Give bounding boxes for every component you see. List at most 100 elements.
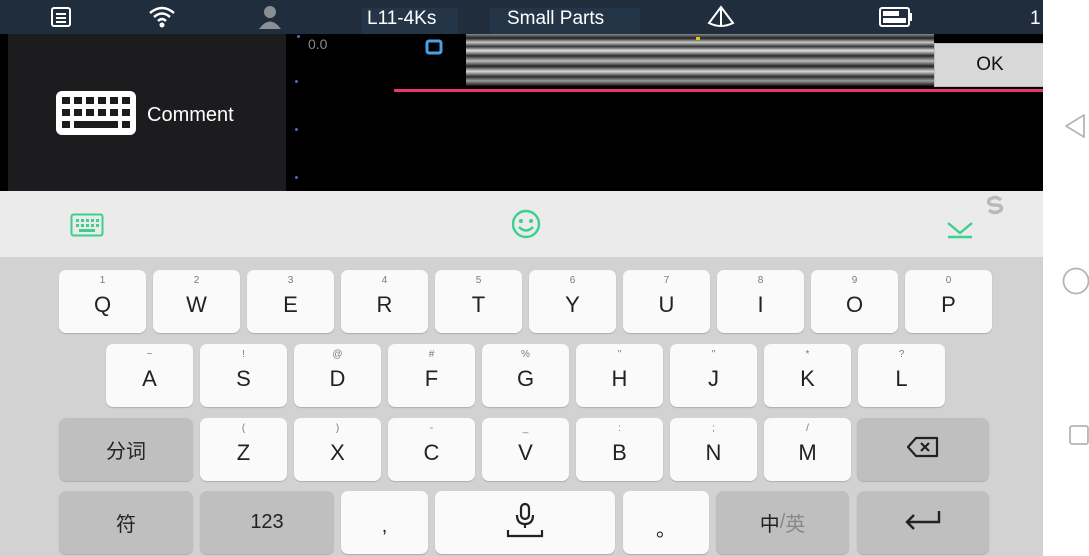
enter-icon [903,509,943,537]
key-hint: # [428,349,435,360]
key-v[interactable]: _ V [482,418,569,481]
key-label: E [283,292,298,317]
key-l[interactable]: ? L [858,344,945,407]
key-h[interactable]: " H [576,344,663,407]
key-e[interactable]: 3E [247,270,334,333]
back-icon[interactable] [1064,113,1086,144]
key-o[interactable]: 9O [811,270,898,333]
app-window: L11-4Ks Small Parts 1 Comment 0.0 OK 1 Q… [0,0,1043,556]
space-key-content [435,491,615,554]
key-label: J [708,366,719,391]
ime-toolbar [0,191,1043,257]
numbers-key[interactable]: 123 [200,491,334,554]
key-t[interactable]: 5T [435,270,522,333]
key-label: O [845,292,864,317]
key-b[interactable]: :B [576,418,663,481]
status-bar: L11-4Ks Small Parts 1 [0,0,1043,34]
navigation-bar [1043,0,1089,556]
key-n[interactable]: ; N [670,418,757,481]
key-label: T [471,292,486,317]
key-r[interactable]: 4R [341,270,428,333]
symbol-key[interactable]: 符 [59,491,193,554]
key-label: R [376,292,393,317]
home-icon[interactable] [1061,266,1089,301]
key-hint: * [805,349,810,360]
key-hint: 4 [381,275,388,286]
status-number: 1 [1030,8,1041,29]
key-z[interactable]: (Z [200,418,287,481]
key-c[interactable]: -C [388,418,475,481]
backspace-key[interactable] [857,418,989,481]
key-hint: @ [332,349,343,360]
depth-tick [295,176,298,179]
enter-icon-wrap [857,491,989,554]
key-label: F [424,366,439,391]
key-label: V [518,440,533,465]
key-label: H [611,366,628,391]
segment-key[interactable]: 分词 [59,418,193,481]
comma-key[interactable]: , [341,491,428,554]
key-p[interactable]: 0P [905,270,992,333]
key-x[interactable]: ) X [294,418,381,481]
backspace-icon-wrap [857,418,989,481]
measurement-line [394,89,1043,92]
segment-key-label: 分词 [106,441,146,463]
key-y[interactable]: 6Y [529,270,616,333]
list-icon[interactable] [50,6,72,33]
left-panel: Comment [8,34,286,191]
language-switch-label: 中 / 英 [716,491,849,554]
key-u[interactable]: 7U [623,270,710,333]
key-label: D [329,366,346,391]
comment-button[interactable]: Comment [55,90,234,141]
wifi-icon [147,4,177,35]
key-hint: " [617,349,622,360]
key-a[interactable]: ~ A [106,344,193,407]
key-label: I [757,292,764,317]
key-s[interactable]: ! S [200,344,287,407]
depth-tick [295,128,298,131]
key-k[interactable]: * K [764,344,851,407]
key-w[interactable]: 2W [153,270,240,333]
period-key[interactable]: 。 [623,491,709,554]
key-hint: 2 [193,275,200,286]
enter-key[interactable] [857,491,989,554]
ultrasound-image-area[interactable]: 0.0 OK [286,34,1043,191]
key-m[interactable]: / M [764,418,851,481]
key-hint: ! [242,349,245,360]
microphone-icon [505,500,545,546]
key-hint: 3 [287,275,294,286]
lang-zh: 中 [759,514,780,536]
key-g[interactable]: % G [482,344,569,407]
probe-label[interactable]: L11-4Ks [367,0,436,34]
key-q[interactable]: 1Q [59,270,146,333]
depth-label: 0.0 [308,36,328,52]
key-hint: ? [898,349,905,360]
emoji-icon[interactable] [510,208,542,245]
key-hint: - [429,423,434,434]
period-key-label: 。 [656,519,676,541]
numbers-key-label: 123 [250,511,284,533]
key-label: L [895,366,908,391]
key-hint: ) [335,423,340,434]
language-switch-key[interactable]: 中 / 英 [716,491,849,554]
key-d[interactable]: @ D [294,344,381,407]
ok-button[interactable]: OK [934,43,1043,87]
user-icon[interactable] [257,4,283,35]
keyboard: 1Q2W3E4R5T6Y7U8I9O0P ~ A! S @ D # F% G " H " J * K? L … [0,257,1043,556]
collapse-keyboard-icon[interactable] [945,219,975,244]
key-f[interactable]: # F [388,344,475,407]
lang-en: 英 [785,514,806,536]
keyboard-switch-icon[interactable] [70,213,104,242]
space-key[interactable] [435,491,615,554]
key-i[interactable]: 8I [717,270,804,333]
key-j[interactable]: " J [670,344,757,407]
key-hint: / [806,423,809,434]
keyboard-icon [55,90,137,141]
preset-label[interactable]: Small Parts [507,0,604,34]
probe-icon[interactable] [706,4,736,35]
key-hint: _ [522,423,529,434]
key-label: K [800,366,815,391]
key-hint: 7 [663,275,670,286]
key-label: Y [565,292,580,317]
recents-icon[interactable] [1068,424,1089,451]
